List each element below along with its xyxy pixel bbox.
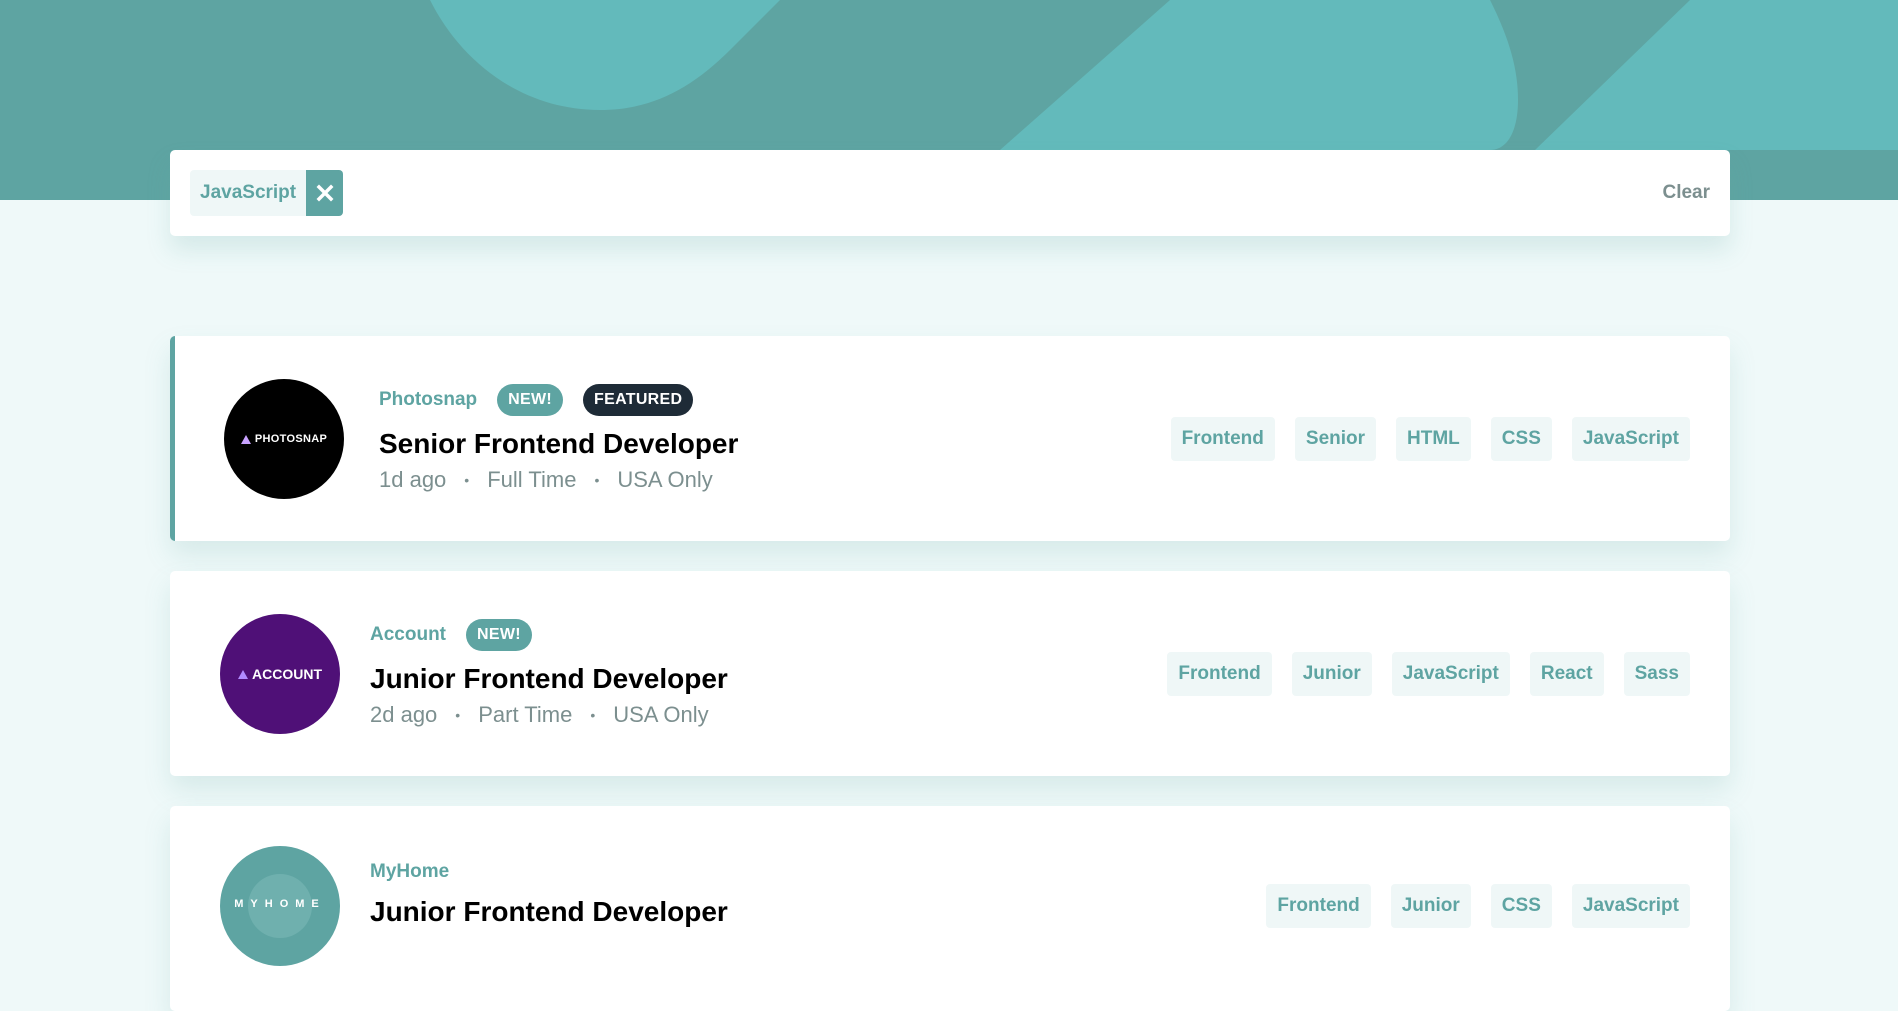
account-mark-icon <box>238 669 248 679</box>
separator-dot-icon: • <box>464 472 470 488</box>
job-location: USA Only <box>613 702 709 727</box>
job-card-account[interactable]: ACCOUNT Account NEW! Junior Frontend Dev… <box>170 571 1730 776</box>
job-meta: 1d ago • Full Time • USA Only <box>379 466 738 494</box>
filter-bar: JavaScript Clear <box>170 150 1730 236</box>
job-card-myhome[interactable]: MYHOME MyHome Junior Frontend Developer … <box>170 806 1730 1011</box>
job-card-photosnap[interactable]: PHOTOSNAP Photosnap NEW! FEATURED Senior… <box>170 336 1730 541</box>
job-info: Account NEW! Junior Frontend Developer 2… <box>370 619 728 729</box>
tag-button[interactable]: React <box>1529 652 1604 696</box>
tag-button[interactable]: JavaScript <box>1571 884 1690 928</box>
job-position[interactable]: Junior Frontend Developer <box>370 662 728 696</box>
company-row: Photosnap NEW! FEATURED <box>379 384 738 416</box>
company-row: MyHome <box>370 856 728 888</box>
tag-button[interactable]: Frontend <box>1170 417 1275 461</box>
job-info: MyHome Junior Frontend Developer <box>370 856 728 929</box>
filter-chip-label: JavaScript <box>190 170 307 216</box>
tag-button[interactable]: Junior <box>1291 652 1372 696</box>
contract-type: Part Time <box>478 702 573 727</box>
remove-filter-button[interactable] <box>306 170 344 216</box>
tag-button[interactable]: Senior <box>1294 417 1377 461</box>
photosnap-mark-icon <box>240 434 251 444</box>
new-badge: NEW! <box>466 619 532 651</box>
tag-button[interactable]: Frontend <box>1167 652 1272 696</box>
tag-button[interactable]: Frontend <box>1266 884 1371 928</box>
tag-button[interactable]: Sass <box>1623 652 1690 696</box>
posted-at: 1d ago <box>379 467 447 492</box>
job-position[interactable]: Senior Frontend Developer <box>379 427 738 461</box>
logo-text: ACCOUNT <box>252 666 322 682</box>
clear-filters-button[interactable]: Clear <box>1662 180 1710 206</box>
company-name: Photosnap <box>379 389 478 410</box>
company-row: Account NEW! <box>370 619 728 651</box>
job-tags: Frontend Junior JavaScript React Sass <box>1167 652 1690 696</box>
tag-button[interactable]: CSS <box>1490 417 1552 461</box>
company-name: Account <box>370 624 446 645</box>
separator-dot-icon: • <box>590 707 596 723</box>
close-icon <box>316 184 334 202</box>
filter-chip-javascript: JavaScript <box>190 170 344 216</box>
company-name: MyHome <box>370 861 450 882</box>
tag-button[interactable]: JavaScript <box>1571 417 1690 461</box>
job-location: USA Only <box>617 467 713 492</box>
job-position[interactable]: Junior Frontend Developer <box>370 895 728 929</box>
posted-at: 2d ago <box>370 702 438 727</box>
company-logo-photosnap: PHOTOSNAP <box>224 379 344 499</box>
new-badge: NEW! <box>497 384 564 416</box>
tag-button[interactable]: HTML <box>1396 417 1471 461</box>
featured-badge: FEATURED <box>583 384 694 416</box>
tag-button[interactable]: CSS <box>1490 884 1552 928</box>
job-meta: 2d ago • Part Time • USA Only <box>370 701 728 729</box>
job-tags: Frontend Junior CSS JavaScript <box>1266 884 1690 928</box>
company-logo-account: ACCOUNT <box>220 614 340 734</box>
separator-dot-icon: • <box>455 707 461 723</box>
logo-text: PHOTOSNAP <box>254 433 328 445</box>
job-info: Photosnap NEW! FEATURED Senior Frontend … <box>379 384 738 494</box>
job-tags: Frontend Senior HTML CSS JavaScript <box>1170 417 1690 461</box>
tag-button[interactable]: Junior <box>1390 884 1471 928</box>
company-logo-myhome: MYHOME <box>220 846 340 966</box>
tag-button[interactable]: JavaScript <box>1391 652 1510 696</box>
separator-dot-icon: • <box>594 472 600 488</box>
logo-text: MYHOME <box>234 898 326 910</box>
contract-type: Full Time <box>487 467 577 492</box>
